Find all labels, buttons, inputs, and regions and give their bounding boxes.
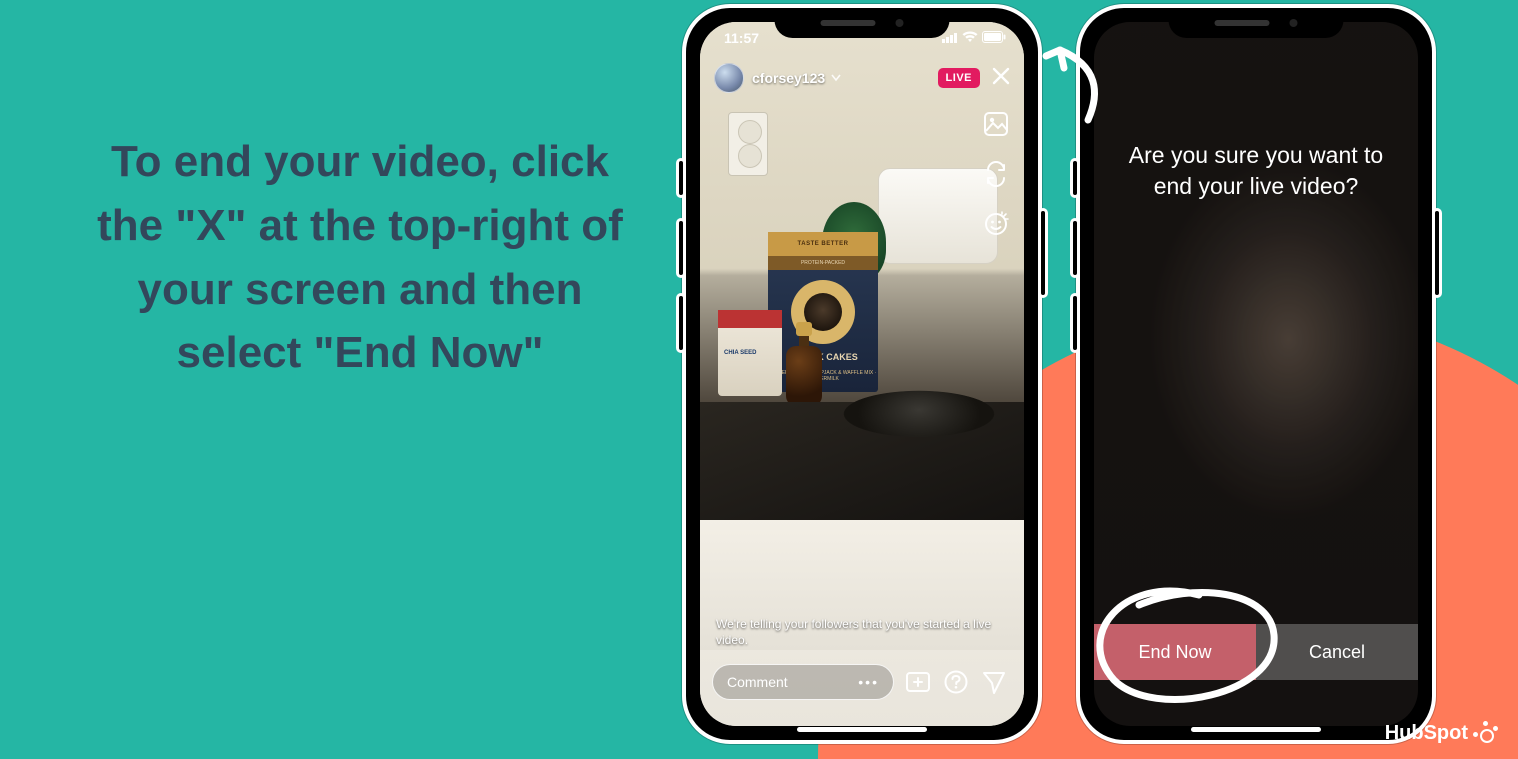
comment-input[interactable]: Comment ••• <box>712 664 894 700</box>
close-icon[interactable] <box>992 67 1010 89</box>
box-strip-label: TASTE BETTER <box>768 232 878 256</box>
scene-wall-outlet <box>728 112 768 176</box>
annotation-circle-icon <box>1084 580 1284 715</box>
phone-volume-up <box>1070 218 1080 278</box>
switch-camera-icon[interactable] <box>982 160 1010 188</box>
hubspot-logo: HubSpot <box>1385 722 1496 745</box>
box-product: POWER CAKES · FLAPJACK & WAFFLE MIX · BU… <box>768 370 878 382</box>
live-status-text: We're telling your followers that you've… <box>716 616 1008 648</box>
phone-mock-live: TASTE BETTER PROTEIN-PACKED KODIAK CAKES… <box>682 4 1042 744</box>
phone-volume-down <box>1070 293 1080 353</box>
phone-notch <box>1169 8 1344 38</box>
more-icon[interactable]: ••• <box>858 674 879 690</box>
add-guest-icon[interactable] <box>904 668 932 696</box>
phone-volume-down <box>676 293 686 353</box>
phone-power-button <box>1038 208 1048 298</box>
live-footer: Comment ••• <box>712 662 1012 702</box>
phone-volume-up <box>676 218 686 278</box>
bag-label: CHIA SEED <box>724 350 756 356</box>
phone-notch <box>775 8 950 38</box>
live-header: cforsey123 LIVE <box>700 58 1024 98</box>
hubspot-sprocket-icon <box>1474 723 1496 745</box>
send-icon[interactable] <box>980 668 1008 696</box>
live-badge: LIVE <box>938 68 980 88</box>
instruction-text: To end your video, click the "X" at the … <box>80 130 640 385</box>
scene-pancake-box: TASTE BETTER PROTEIN-PACKED KODIAK CAKES… <box>768 232 878 392</box>
live-screen: TASTE BETTER PROTEIN-PACKED KODIAK CAKES… <box>700 22 1024 726</box>
confirm-prompt: Are you sure you want to end your live v… <box>1118 140 1394 202</box>
status-time: 11:57 <box>724 30 759 46</box>
comment-placeholder: Comment <box>727 674 788 690</box>
phone-mute-switch <box>676 158 686 198</box>
wifi-icon <box>962 30 978 46</box>
username[interactable]: cforsey123 <box>752 70 825 86</box>
face-filter-icon[interactable] <box>982 210 1010 238</box>
question-icon[interactable] <box>942 668 970 696</box>
scene-chia-bag: CHIA SEED <box>718 310 782 396</box>
box-brand: KODIAK CAKES <box>768 352 878 362</box>
live-tool-rail <box>982 110 1010 238</box>
annotation-arrow-icon <box>1040 38 1110 133</box>
home-indicator <box>797 727 927 732</box>
home-indicator <box>1191 727 1321 732</box>
scene-toaster <box>878 168 998 264</box>
phone-mute-switch <box>1070 158 1080 198</box>
tutorial-slide: To end your video, click the "X" at the … <box>0 0 1518 759</box>
chevron-down-icon[interactable] <box>831 71 841 85</box>
phone-power-button <box>1432 208 1442 298</box>
hubspot-wordmark: HubSpot <box>1385 722 1468 745</box>
scene-syrup-bottle <box>786 322 822 406</box>
gallery-icon[interactable] <box>982 110 1010 138</box>
battery-icon <box>982 30 1006 46</box>
avatar[interactable] <box>714 63 744 93</box>
box-sub-label: PROTEIN-PACKED <box>768 256 878 270</box>
